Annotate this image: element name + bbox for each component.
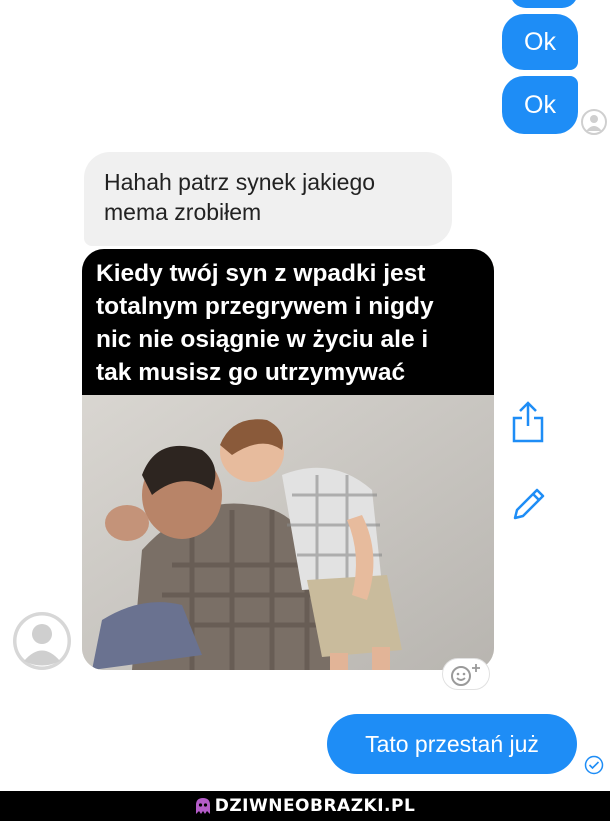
message-text: Ok (524, 27, 556, 56)
outgoing-message-ok-1[interactable]: Ok (502, 14, 578, 70)
message-text: Tato przestań już (365, 730, 539, 757)
logo-text: DZIWNEOBRAZKI.PL (214, 796, 416, 816)
sender-avatar[interactable] (13, 612, 71, 670)
watermark-footer: DZIWNEOBRAZKI.PL (0, 791, 610, 821)
add-reaction-icon (451, 664, 480, 686)
meme-caption: Kiedy twój syn z wpadki jest totalnym pr… (82, 249, 494, 395)
message-text: Ok (524, 90, 556, 119)
meme-photo (82, 395, 494, 670)
person-icon (13, 612, 71, 670)
person-icon (586, 115, 602, 131)
message-text: Hahah patrz synek jakiego mema zrobiłem (104, 169, 376, 225)
logo-icon (195, 798, 210, 814)
share-icon[interactable] (510, 400, 546, 444)
site-logo: DZIWNEOBRAZKI.PL (195, 796, 416, 816)
incoming-message[interactable]: Hahah patrz synek jakiego mema zrobiłem (84, 152, 452, 246)
outgoing-message-ok-2[interactable]: Ok (502, 76, 578, 134)
outgoing-message-tato[interactable]: Tato przestań już (327, 714, 577, 774)
add-reaction-button[interactable] (442, 658, 490, 690)
seen-avatar (581, 109, 607, 135)
pencil-icon[interactable] (509, 484, 549, 524)
outgoing-bubble-partial (510, 0, 578, 8)
meme-image-message[interactable]: Kiedy twój syn z wpadki jest totalnym pr… (82, 249, 494, 670)
delivered-check-icon (584, 755, 604, 775)
